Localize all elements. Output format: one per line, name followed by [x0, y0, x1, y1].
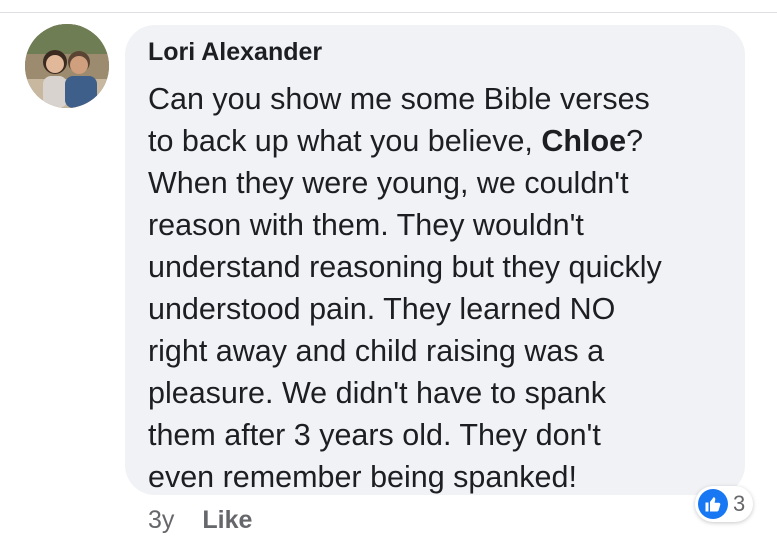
comment-line-text: to back up what you believe,	[148, 124, 542, 158]
comment-line-text: understood pain. They learned NO	[148, 292, 616, 326]
comment-line: When they were young, we couldn't	[148, 162, 738, 204]
comment-line-text: pleasure. We didn't have to spank	[148, 376, 606, 410]
comment-text: Can you show me some Bible verses to back…	[148, 78, 738, 498]
comment-line: them after 3 years old. They don't	[148, 414, 738, 456]
avatar-photo	[25, 24, 109, 108]
comment-line-text: even remember being spanked!	[148, 460, 577, 494]
comment-line: even remember being spanked!	[148, 456, 738, 498]
comment-line-text: When they were young, we couldn't	[148, 166, 629, 200]
comment-screenshot: Lori Alexander Can you show me some Bibl…	[0, 0, 777, 559]
comment-line-text: them after 3 years old. They don't	[148, 418, 601, 452]
comment-line: reason with them. They wouldn't	[148, 204, 738, 246]
comment-line: to back up what you believe, Chloe?	[148, 120, 738, 162]
comment-line-text: right away and child raising was a	[148, 334, 605, 368]
comment-timestamp[interactable]: 3y	[148, 506, 174, 535]
top-divider	[0, 12, 777, 13]
comment-line-text: ?	[626, 124, 644, 158]
comment-line: right away and child raising was a	[148, 330, 738, 372]
like-button[interactable]: Like	[202, 506, 252, 535]
comment-line-text: Can you show me some Bible verses	[148, 82, 650, 116]
comment-line-text: understand reasoning but they quickly	[148, 250, 662, 284]
comment-author[interactable]: Lori Alexander	[148, 38, 322, 67]
comment-line: understood pain. They learned NO	[148, 288, 738, 330]
thumbs-up-icon	[698, 489, 728, 519]
mention-link[interactable]: Chloe	[541, 124, 626, 158]
comment-line: pleasure. We didn't have to spank	[148, 372, 738, 414]
comment-actions: 3y Like	[148, 505, 252, 535]
comment-line-text: reason with them. They wouldn't	[148, 208, 584, 242]
comment-line: Can you show me some Bible verses	[148, 78, 738, 120]
reaction-count: 3	[733, 491, 746, 516]
reaction-summary[interactable]: 3	[695, 486, 754, 522]
avatar[interactable]	[25, 24, 109, 108]
comment-line: understand reasoning but they quickly	[148, 246, 738, 288]
